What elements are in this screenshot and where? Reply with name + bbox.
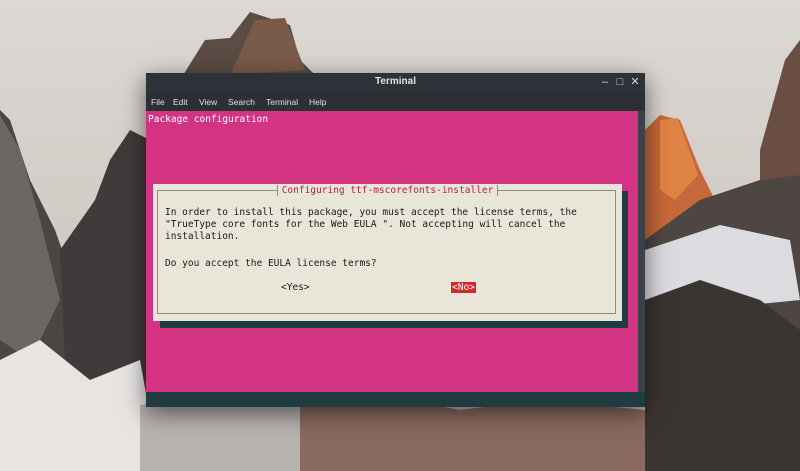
menu-bar: File Edit View Search Terminal Help [146,93,645,111]
menu-help[interactable]: Help [309,97,326,107]
dialog-question: Do you accept the EULA license terms? [165,258,377,269]
menu-view[interactable]: View [199,97,217,107]
close-icon[interactable]: ✕ [628,75,642,89]
yes-button[interactable]: <Yes> [280,282,311,293]
menu-search[interactable]: Search [228,97,255,107]
maximize-icon[interactable]: □ [613,75,627,89]
window-titlebar[interactable]: Terminal – □ ✕ [146,73,645,93]
dialog-message: In order to install this package, you mu… [165,207,583,243]
dialog-title-text: Configuring ttf-mscorefonts-installer [276,185,499,196]
terminal-scrollbar[interactable] [638,111,645,392]
menu-edit[interactable]: Edit [173,97,188,107]
dialog-title: Configuring ttf-mscorefonts-installer [153,185,622,196]
terminal-bottom-area [146,392,645,407]
minimize-icon[interactable]: – [598,75,612,89]
terminal-window[interactable]: Terminal – □ ✕ File Edit View Search Ter… [146,73,645,407]
menu-file[interactable]: File [151,97,165,107]
window-title: Terminal [375,76,416,87]
eula-dialog: Configuring ttf-mscorefonts-installer In… [153,184,622,321]
menu-terminal[interactable]: Terminal [266,97,298,107]
terminal-screen[interactable]: Package configuration Configuring ttf-ms… [146,111,638,392]
no-button[interactable]: <No> [451,282,476,293]
package-configuration-header: Package configuration [148,114,269,125]
